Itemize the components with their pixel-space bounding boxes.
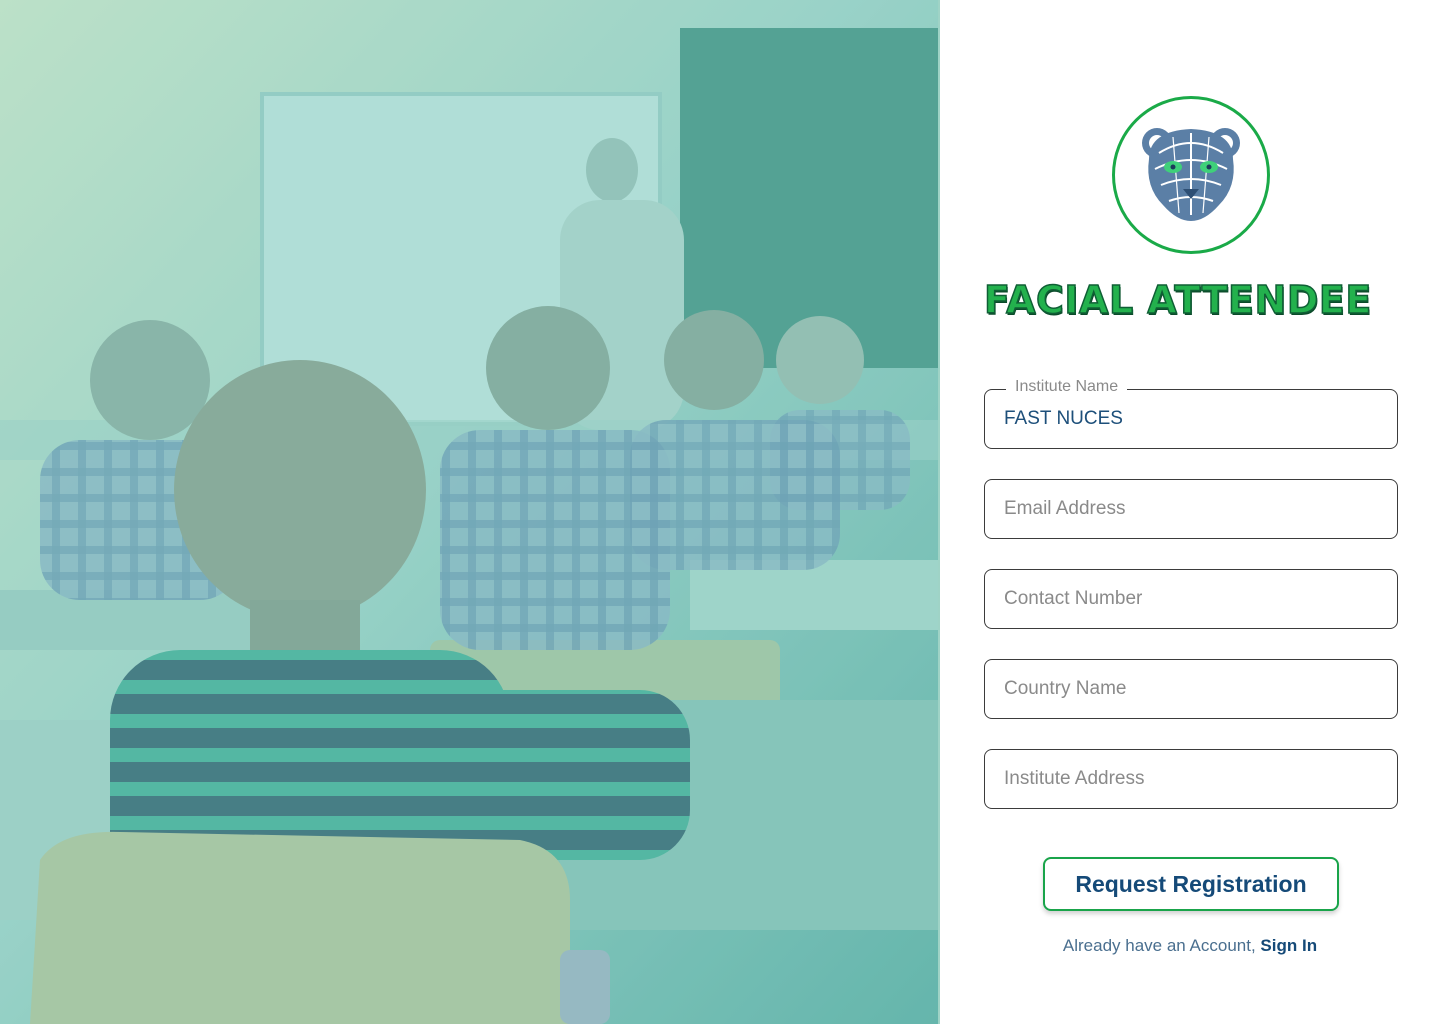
signin-prompt-text: Already have an Account, bbox=[1062, 936, 1256, 955]
country-name-field bbox=[984, 659, 1398, 719]
classroom-hero-image bbox=[0, 0, 940, 1024]
signin-prompt: Already have an Account, Sign In bbox=[940, 936, 1440, 956]
brand-title: FACIAL ATTENDEE bbox=[983, 277, 1372, 323]
signin-link[interactable]: Sign In bbox=[1260, 936, 1317, 955]
tiger-head-icon bbox=[1139, 123, 1243, 228]
registration-page: FACIAL ATTENDEE Institute Name Request R… bbox=[0, 0, 1440, 1024]
country-name-input[interactable] bbox=[985, 660, 1397, 718]
institute-name-input[interactable] bbox=[985, 390, 1397, 448]
request-registration-button[interactable]: Request Registration bbox=[1043, 857, 1339, 911]
contact-number-input[interactable] bbox=[985, 570, 1397, 628]
contact-number-field bbox=[984, 569, 1398, 629]
institute-name-field: Institute Name bbox=[984, 378, 1398, 449]
institute-address-input[interactable] bbox=[985, 750, 1397, 808]
registration-panel: FACIAL ATTENDEE Institute Name Request R… bbox=[940, 0, 1440, 1024]
brand-logo bbox=[1112, 96, 1270, 254]
institute-address-field bbox=[984, 749, 1398, 809]
email-input[interactable] bbox=[985, 480, 1397, 538]
email-field bbox=[984, 479, 1398, 539]
